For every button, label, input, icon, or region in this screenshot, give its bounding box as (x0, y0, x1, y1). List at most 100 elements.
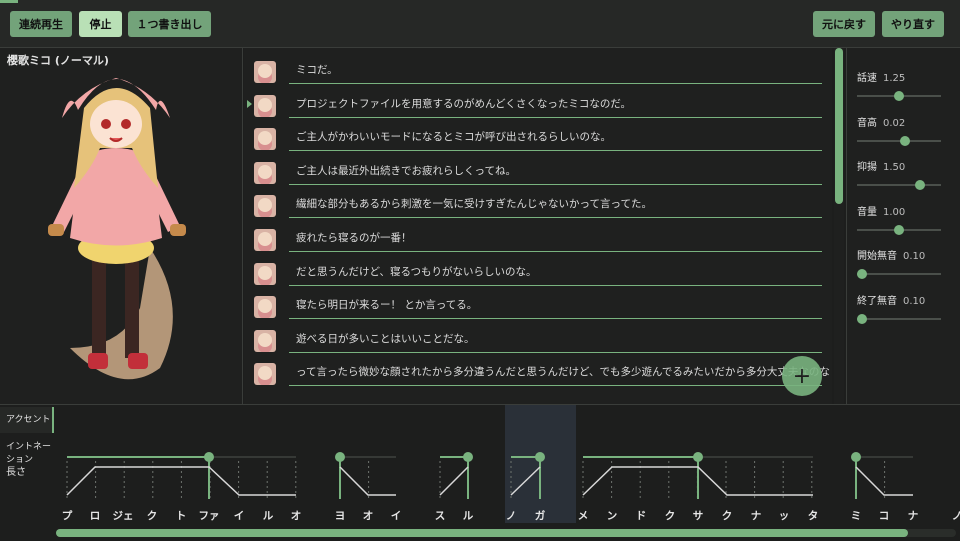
text-line-row[interactable]: ご主人は最近外出続きでお疲れらしくってね。 (244, 156, 832, 190)
character-avatar[interactable] (254, 128, 276, 151)
slider-track[interactable] (857, 273, 941, 276)
undo-button[interactable]: 元に戻す (813, 11, 875, 37)
character-avatar[interactable] (254, 296, 276, 319)
play-all-button[interactable]: 連続再生 (10, 11, 72, 37)
param-label: 音量 (857, 206, 877, 218)
accent-handle[interactable] (851, 452, 861, 462)
param-slider: 開始無音 0.10 (857, 244, 951, 288)
redo-button[interactable]: やり直す (882, 11, 944, 37)
mora-label: メ (577, 510, 589, 522)
character-avatar[interactable] (254, 195, 276, 218)
param-slider: 終了無音 0.10 (857, 289, 951, 333)
character-avatar[interactable] (254, 229, 276, 251)
character-avatar[interactable] (254, 363, 276, 386)
line-underline (289, 351, 822, 353)
param-label: 開始無音 (857, 251, 897, 263)
param-slider: 音高 0.02 (857, 111, 951, 155)
scrollbar-thumb[interactable] (835, 48, 843, 204)
mora-label: ッ (778, 510, 790, 522)
param-label: 終了無音 (857, 296, 897, 307)
param-slider: 抑揚 1.50 (857, 155, 951, 199)
text-line-row[interactable]: だと思うんだけど、寝るつもりがないらしいのな。 (244, 257, 832, 291)
mora-label: ナ (750, 510, 762, 522)
text-line-row[interactable]: 遊べる日が多いことはいいことだな。 (244, 324, 832, 358)
param-slider: 音量 1.00 (857, 200, 951, 244)
param-slider: 話速 1.25 (857, 66, 951, 110)
param-label: 音高 (857, 117, 877, 129)
line-underline (289, 150, 822, 152)
character-portrait (48, 78, 186, 380)
line-text-input[interactable]: 寝たら明日が来るー！ とか言ってる。 (296, 297, 477, 312)
param-value: 0.10 (903, 251, 926, 263)
mora-label: ノ (951, 510, 960, 522)
slider-knob[interactable] (894, 91, 904, 101)
text-line-row[interactable]: プロジェクトファイルを用意するのがめんどくさくなったミコなのだ。 (244, 89, 832, 123)
character-avatar[interactable] (254, 61, 276, 83)
text-line-row[interactable]: ミコだ。 (244, 55, 832, 89)
slider-knob[interactable] (857, 314, 868, 324)
mora-label: イ (390, 510, 402, 522)
accent-scrollbar[interactable] (56, 529, 956, 537)
line-text-input[interactable]: プロジェクトファイルを用意するのがめんどくさくなったミコなのだ。 (296, 96, 631, 111)
character-avatar[interactable] (254, 262, 276, 285)
mora-label: ク (721, 510, 733, 522)
stop-button[interactable]: 停止 (79, 11, 122, 37)
add-line-button[interactable]: + (782, 356, 822, 396)
text-line-row[interactable]: 繊細な部分もあるから刺激を一気に受けすぎたんじゃないかって言ってた。 (244, 189, 832, 223)
line-text-input[interactable]: ミコだ。 (296, 62, 338, 77)
mora-label: ル (262, 510, 274, 522)
text-line-row[interactable]: 疲れたら寝るのが一番！ (244, 223, 832, 257)
mora-label: ジェ (112, 510, 134, 522)
line-underline (289, 183, 822, 185)
slider-knob[interactable] (915, 180, 925, 191)
slider-track[interactable] (857, 184, 941, 187)
mora-label: ン (606, 510, 618, 522)
line-text-input[interactable]: 遊べる日が多いことはいいことだな。 (296, 331, 475, 346)
mora-label: コ (878, 510, 890, 522)
line-underline (289, 83, 822, 84)
line-text-input[interactable]: 繊細な部分もあるから刺激を一気に受けすぎたんじゃないかって言ってた。 (296, 196, 652, 211)
text-line-list: ミコだ。プロジェクトファイルを用意するのがめんどくさくなったミコなのだ。 ご主人が… (244, 48, 832, 404)
param-value: 0.02 (883, 117, 906, 129)
line-text-input[interactable]: って言ったら微妙な顔されたから多分違うんだと思うんだけど、でも多少遊んでるみたい… (296, 364, 830, 379)
param-value: 0.10 (903, 296, 926, 307)
mora-label: プ (61, 510, 73, 522)
line-underline (289, 318, 822, 320)
mora-label: ノ (505, 510, 517, 522)
line-text-input[interactable]: ご主人がかわいいモードになるとミコが呼び出されるらしいのな。 (296, 129, 611, 144)
line-list-scrollbar[interactable] (834, 48, 844, 404)
mora-label: ク (664, 510, 676, 522)
param-value: 1.00 (883, 206, 906, 218)
line-text-input[interactable]: 疲れたら寝るのが一番！ (296, 230, 412, 245)
mora-label: ト (175, 510, 187, 522)
slider-knob[interactable] (894, 224, 904, 235)
accent-handle[interactable] (335, 452, 345, 462)
mora-label: ク (146, 510, 158, 522)
character-avatar[interactable] (254, 94, 276, 117)
mora-label: イ (233, 510, 245, 522)
mora-label: ナ (907, 510, 919, 522)
mora-label: ド (635, 510, 647, 522)
mora-label: ヨ (334, 510, 346, 522)
line-text-input[interactable]: だと思うんだけど、寝るつもりがないらしいのな。 (296, 264, 537, 279)
toolbar: 連続再生 停止 １つ書き出し 元に戻す やり直す (0, 0, 960, 48)
line-text-input[interactable]: ご主人は最近外出続きでお疲れらしくってね。 (296, 163, 516, 178)
accent-scrollbar-thumb[interactable] (56, 529, 908, 537)
text-line-row[interactable]: ご主人がかわいいモードになるとミコが呼び出されるらしいのな。 (244, 122, 832, 156)
toolbar-accent (0, 0, 18, 3)
text-line-row[interactable]: って言ったら微妙な顔されたから多分違うんだと思うんだけど、でも多少遊んでるみたい… (244, 357, 832, 391)
slider-knob[interactable] (899, 135, 910, 146)
line-underline (289, 217, 822, 219)
character-avatar[interactable] (254, 329, 276, 352)
slider-track[interactable] (857, 318, 941, 320)
param-label: 抑揚 (857, 162, 877, 174)
slider-knob[interactable] (857, 269, 868, 280)
accent-editor: アクセント イントネーション 長さ プロジェクトファイルオヨオイスルノガメンドク… (0, 404, 960, 540)
line-underline (289, 385, 822, 387)
mora-label: オ (290, 510, 302, 522)
export-one-button[interactable]: １つ書き出し (128, 11, 211, 37)
character-avatar[interactable] (254, 161, 276, 184)
text-line-row[interactable]: 寝たら明日が来るー！ とか言ってる。 (244, 290, 832, 324)
mora-label: サ (692, 510, 704, 522)
active-line-marker (247, 99, 252, 108)
